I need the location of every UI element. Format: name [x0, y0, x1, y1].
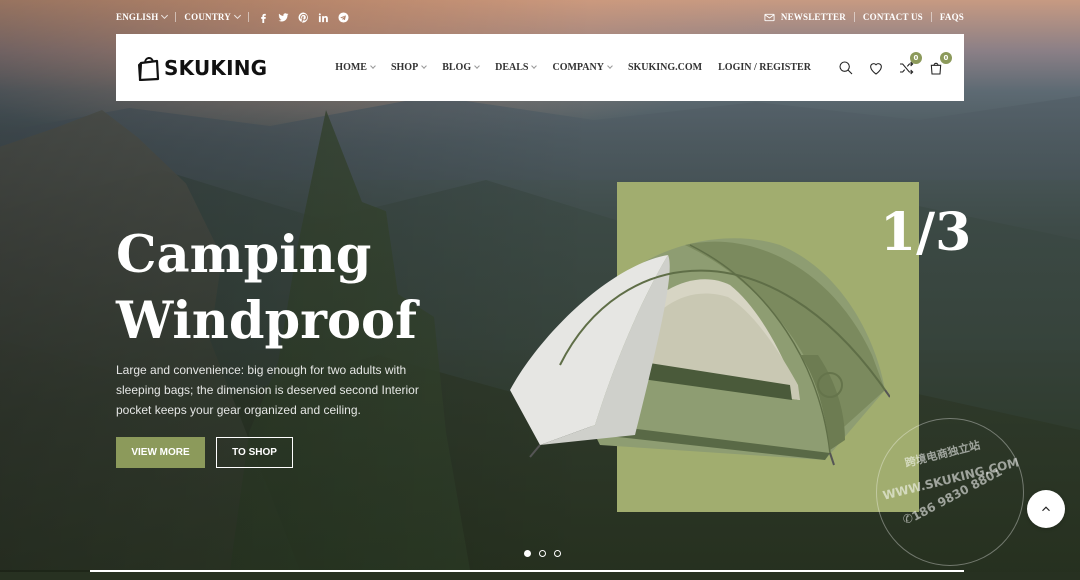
login-register-link[interactable]: LOGIN / REGISTER	[718, 62, 811, 73]
watermark-line: ✆ 186 9830 8801	[901, 464, 1005, 527]
top-bar-right: NEWSLETTER CONTACT US FAQS	[764, 12, 964, 23]
chevron-down-icon	[421, 63, 428, 69]
divider	[248, 12, 250, 22]
language-label: ENGLISH	[116, 12, 159, 22]
nav-company[interactable]: COMPANY	[552, 62, 613, 73]
facebook-icon[interactable]	[257, 11, 269, 23]
watermark-seal: 跨境电商独立站 WWW.SKUKING.COM ✆ 186 9830 8801	[876, 418, 1024, 566]
divider	[930, 12, 932, 22]
country-label: COUNTRY	[184, 12, 232, 22]
divider	[853, 12, 855, 22]
tent-product-image	[510, 238, 890, 466]
newsletter-label: NEWSLETTER	[780, 12, 846, 22]
watermark-line: 跨境电商独立站	[903, 438, 982, 470]
envelope-icon	[764, 13, 775, 21]
divider	[175, 12, 177, 22]
chevron-down-icon	[607, 63, 613, 69]
slider-dot[interactable]	[539, 550, 546, 557]
slider-pagination	[520, 550, 565, 557]
twitter-icon[interactable]	[277, 11, 289, 23]
faqs-label: FAQS	[939, 12, 964, 22]
chevron-down-icon	[370, 63, 376, 69]
pinterest-icon[interactable]	[297, 11, 309, 23]
cart-icon[interactable]: 0	[927, 51, 952, 77]
search-icon[interactable]	[837, 59, 855, 77]
top-bar: ENGLISH COUNTRY NEWSLETTER CONTACT US FA…	[116, 0, 964, 34]
chevron-down-icon	[531, 63, 538, 69]
country-selector[interactable]: COUNTRY	[184, 11, 242, 22]
language-selector[interactable]: ENGLISH	[116, 11, 169, 22]
view-more-button[interactable]: VIEW MORE	[116, 437, 205, 468]
to-shop-button[interactable]: TO SHOP	[216, 437, 293, 468]
chevron-up-icon	[1042, 506, 1050, 512]
nav-shop[interactable]: SHOP	[390, 62, 428, 73]
hero-title-line: Windproof	[116, 291, 417, 351]
telegram-icon[interactable]	[337, 11, 349, 23]
faqs-link[interactable]: FAQS	[940, 12, 964, 22]
nav-deals[interactable]: DEALS	[495, 62, 538, 73]
main-header: SKUKING HOME SHOP BLOG DEALS COMPANY SKU…	[116, 34, 964, 101]
cart-count-badge: 0	[939, 51, 952, 64]
newsletter-link[interactable]: NEWSLETTER	[764, 12, 846, 23]
header-actions: LOGIN / REGISTER 0 0	[718, 51, 952, 77]
hero-description: Large and convenience: big enough for tw…	[116, 363, 419, 417]
heart-icon[interactable]	[867, 59, 885, 77]
nav-label: SKUKING.COM	[627, 62, 703, 73]
slider-dot[interactable]	[524, 550, 531, 557]
linkedin-icon[interactable]	[317, 11, 329, 23]
nav-label: DEALS	[495, 62, 529, 73]
nav-blog[interactable]: BLOG	[442, 62, 480, 73]
logo[interactable]: SKUKING	[138, 54, 267, 81]
chevron-down-icon	[161, 11, 169, 20]
nav-label: BLOG	[442, 62, 472, 73]
logo-text: SKUKING	[164, 55, 268, 80]
compare-icon[interactable]: 0	[897, 51, 922, 77]
hero-title-line: Camping	[116, 225, 372, 285]
nav-label: SHOP	[390, 62, 419, 73]
nav-home[interactable]: HOME	[335, 62, 376, 73]
slide-counter: 1/3	[880, 202, 972, 263]
chevron-down-icon	[474, 63, 480, 69]
chevron-down-icon	[233, 11, 242, 20]
shopping-bag-logo-icon	[138, 57, 160, 81]
contact-label: CONTACT US	[862, 12, 923, 22]
scroll-to-top-button[interactable]	[1027, 490, 1065, 528]
nav-label: HOME	[335, 62, 367, 73]
top-bar-left: ENGLISH COUNTRY	[116, 11, 357, 23]
compare-count-badge: 0	[909, 51, 922, 64]
nav-label: COMPANY	[552, 62, 604, 73]
contact-link[interactable]: CONTACT US	[863, 12, 923, 22]
hero-title: Camping Windproof	[116, 222, 417, 354]
nav-skuking-com[interactable]: SKUKING.COM	[628, 62, 702, 73]
main-nav: HOME SHOP BLOG DEALS COMPANY SKUKING.COM	[335, 62, 718, 73]
slider-dot[interactable]	[554, 550, 561, 557]
